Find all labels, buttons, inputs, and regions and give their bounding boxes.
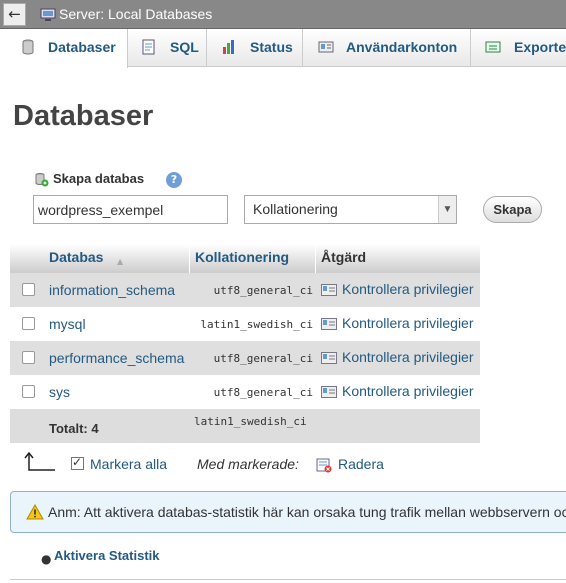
total-collation: latin1_swedish_ci xyxy=(194,415,307,428)
create-button[interactable]: Skapa xyxy=(483,196,542,223)
collation-selected-value: Kollationering xyxy=(253,201,338,217)
check-privileges-link[interactable]: Kontrollera privilegier xyxy=(342,281,474,297)
check-privileges-link[interactable]: Kontrollera privilegier xyxy=(342,349,474,365)
status-chart-icon xyxy=(223,40,234,54)
privileges-icon xyxy=(321,318,337,330)
back-button[interactable]: ← xyxy=(3,3,26,26)
mark-all-checkbox[interactable] xyxy=(71,455,84,470)
selection-arrow-icon xyxy=(24,452,55,471)
table-row: sys utf8_general_ci Kontrollera privileg… xyxy=(10,375,480,409)
create-database-icon xyxy=(35,173,49,187)
delete-link[interactable]: Radera xyxy=(338,456,384,472)
tab-sql[interactable]: SQL xyxy=(128,29,207,67)
table-row: mysql latin1_swedish_ci Kontrollera priv… xyxy=(10,307,480,341)
tab-label: Exporte xyxy=(514,39,566,55)
check-privileges-link[interactable]: Kontrollera privilegier xyxy=(342,315,474,331)
database-name-link[interactable]: sys xyxy=(49,384,70,400)
sort-ascending-icon[interactable]: ▲ xyxy=(117,257,123,266)
delete-icon[interactable] xyxy=(316,458,332,473)
tab-status[interactable]: Status xyxy=(207,29,303,67)
privileges-icon xyxy=(321,284,337,296)
column-header-database[interactable]: Databas xyxy=(49,249,103,265)
tab-databaser[interactable]: Databaser xyxy=(0,29,128,68)
tab-anvandarkonton[interactable]: Användarkonton xyxy=(303,29,471,67)
table-row: performance_schema utf8_general_ci Kontr… xyxy=(10,341,480,375)
tab-label: Användarkonton xyxy=(346,39,458,55)
notice-box: Anm: Att aktivera databas-statistik här … xyxy=(10,491,566,533)
database-name-input[interactable] xyxy=(33,195,228,224)
database-name-link[interactable]: information_schema xyxy=(49,282,175,298)
collation-value: latin1_swedish_ci xyxy=(200,318,313,331)
collation-value: utf8_general_ci xyxy=(213,352,313,365)
row-checkbox[interactable] xyxy=(22,351,35,364)
row-checkbox[interactable] xyxy=(22,317,35,330)
create-database-label: Skapa databas xyxy=(53,171,145,186)
tab-label: SQL xyxy=(170,39,199,55)
help-icon[interactable]: ? xyxy=(166,172,182,188)
server-icon xyxy=(40,8,56,21)
database-icon xyxy=(22,39,34,55)
column-header-action: Åtgärd xyxy=(321,249,367,265)
user-accounts-icon xyxy=(318,41,334,53)
privileges-icon xyxy=(321,352,337,364)
divider xyxy=(10,579,566,580)
list-bullet: ● xyxy=(41,552,52,566)
privileges-icon xyxy=(321,386,337,398)
column-divider xyxy=(189,244,190,273)
chevron-down-icon: ▼ xyxy=(438,196,456,223)
collation-value: utf8_general_ci xyxy=(213,284,313,297)
table-total-row: Totalt: 4 latin1_swedish_ci xyxy=(10,409,480,443)
sql-icon xyxy=(142,39,155,55)
row-checkbox[interactable] xyxy=(22,283,35,296)
collation-select[interactable]: Kollationering ▼ xyxy=(244,195,457,224)
warning-icon xyxy=(26,504,44,520)
total-count: Totalt: 4 xyxy=(49,421,99,436)
page-title: Databaser xyxy=(13,100,154,132)
tab-export[interactable]: Exporte xyxy=(471,29,566,67)
top-tabs: Databaser SQL Status Användarkonton Expo… xyxy=(0,29,566,68)
table-header: Databas ▲ Kollationering Åtgärd xyxy=(10,244,480,273)
tab-label: Databaser xyxy=(48,39,116,55)
activate-statistics-link[interactable]: Aktivera Statistik xyxy=(54,548,160,563)
column-divider xyxy=(315,244,316,273)
notice-text: Anm: Att aktivera databas-statistik här … xyxy=(48,504,566,520)
database-name-link[interactable]: mysql xyxy=(49,316,86,332)
server-title[interactable]: Server: Local Databases xyxy=(59,6,212,22)
database-name-link[interactable]: performance_schema xyxy=(49,350,184,366)
tab-label: Status xyxy=(250,39,293,55)
collation-value: utf8_general_ci xyxy=(213,386,313,399)
row-checkbox[interactable] xyxy=(22,385,35,398)
server-topbar: ← Server: Local Databases xyxy=(0,0,566,29)
check-privileges-link[interactable]: Kontrollera privilegier xyxy=(342,383,474,399)
mark-all-link[interactable]: Markera alla xyxy=(90,456,167,472)
table-row: information_schema utf8_general_ci Kontr… xyxy=(10,273,480,307)
export-icon xyxy=(485,41,501,53)
column-header-collation[interactable]: Kollationering xyxy=(195,249,289,265)
with-selected-label: Med markerade: xyxy=(197,456,299,472)
